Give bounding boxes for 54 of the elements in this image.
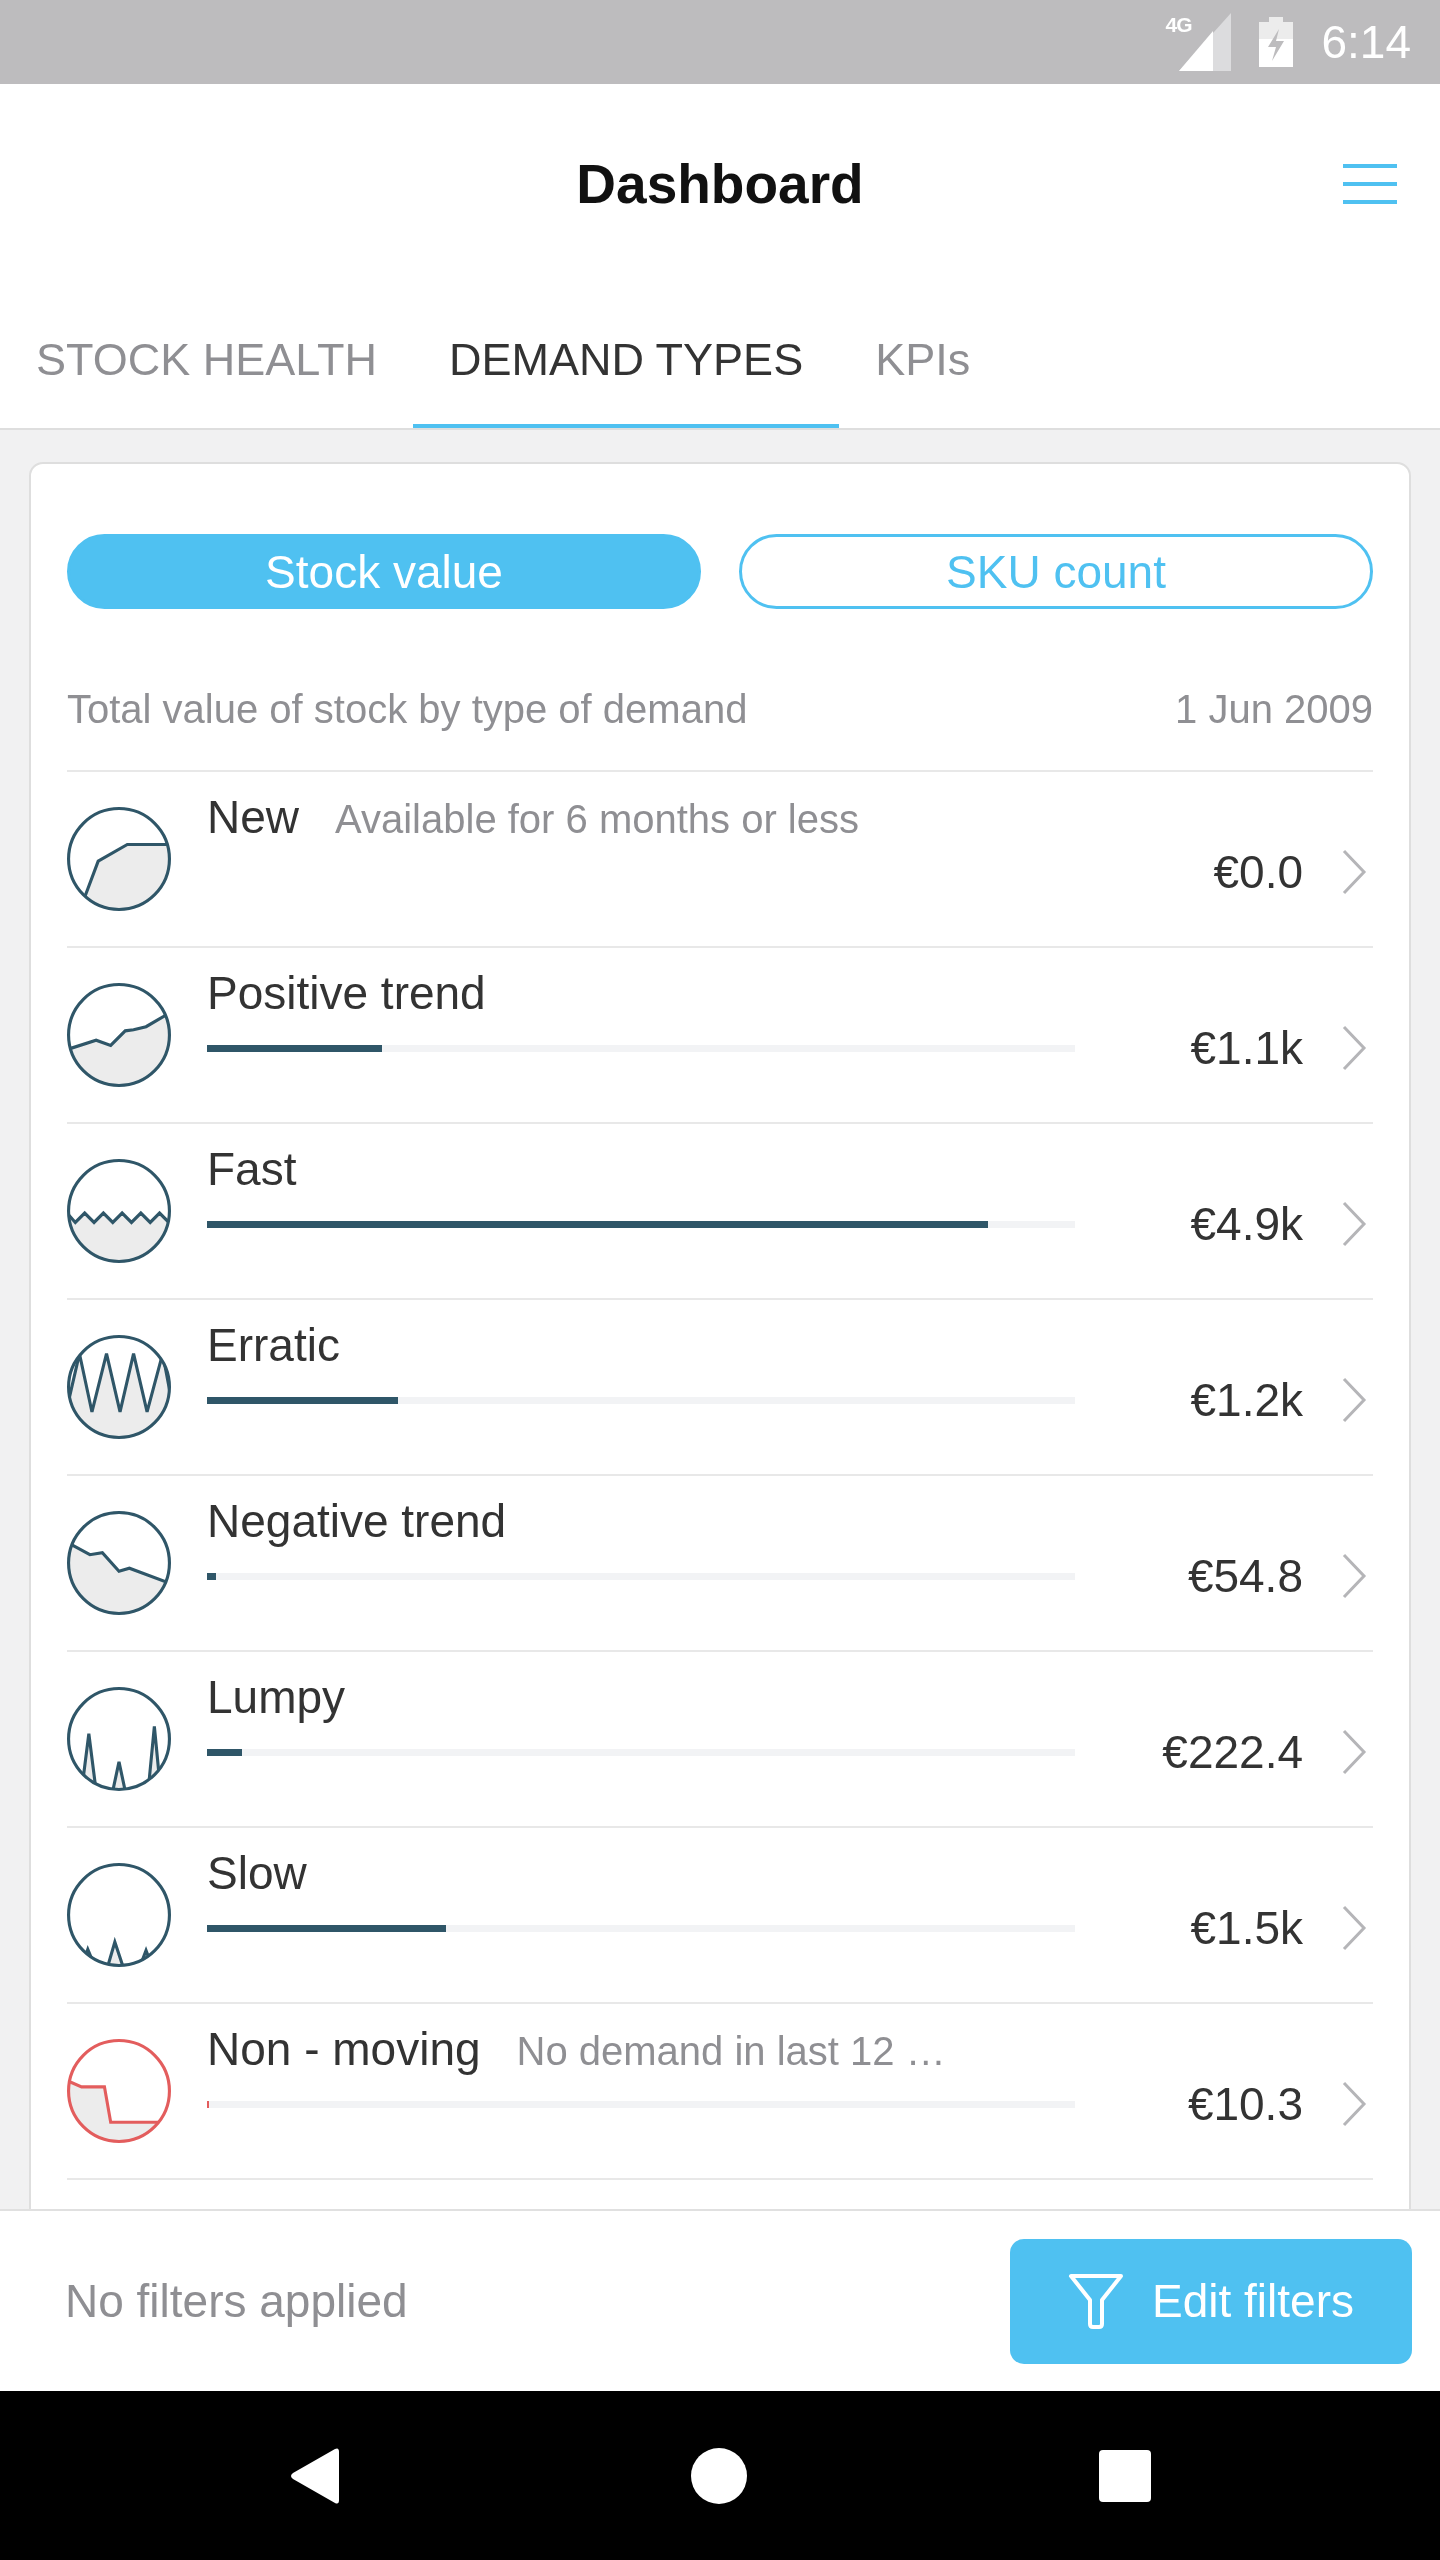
stock-value: €1.5k bbox=[1190, 1901, 1303, 1955]
stock-value: €4.9k bbox=[1190, 1197, 1303, 1251]
chevron-right-icon bbox=[1342, 1553, 1367, 1599]
stock-value: €222.4 bbox=[1162, 1725, 1303, 1779]
chevron-right-icon bbox=[1342, 2081, 1367, 2127]
summary-caption: Total value of stock by type of demand bbox=[67, 687, 748, 732]
back-icon[interactable] bbox=[289, 2446, 339, 2505]
demand-row[interactable]: Fast €4.9k bbox=[67, 1124, 1373, 1300]
date-label: 1 Jun 2009 bbox=[1175, 687, 1373, 732]
battery-icon bbox=[1259, 17, 1294, 67]
demand-type-name: Non - moving bbox=[207, 2022, 481, 2077]
filter-icon bbox=[1068, 2272, 1124, 2330]
zigzag-graph-icon bbox=[67, 1159, 171, 1263]
demand-row[interactable]: Negative trend €54.8 bbox=[67, 1476, 1373, 1652]
demand-row[interactable]: Erratic €1.2k bbox=[67, 1300, 1373, 1476]
page-title: Dashboard bbox=[576, 152, 864, 217]
stock-value: €1.1k bbox=[1190, 1021, 1303, 1075]
demand-type-description: No demand in last 12 … bbox=[516, 2028, 946, 2075]
demand-type-name: Slow bbox=[207, 1846, 307, 1901]
stock-value: €10.3 bbox=[1187, 2077, 1303, 2131]
stock-value: €1.2k bbox=[1190, 1373, 1303, 1427]
demand-row[interactable]: Non - moving No demand in last 12 … €10.3 bbox=[67, 2004, 1373, 2180]
network-label: 4G bbox=[1165, 13, 1192, 37]
demand-type-name: Erratic bbox=[207, 1318, 340, 1373]
chevron-right-icon bbox=[1342, 1729, 1367, 1775]
tab[interactable]: DEMAND TYPES bbox=[412, 304, 840, 428]
spike-graph-icon bbox=[67, 1863, 171, 1967]
demand-type-name: Lumpy bbox=[207, 1670, 346, 1725]
demand-type-name: Positive trend bbox=[207, 966, 486, 1021]
demand-type-name: Negative trend bbox=[207, 1494, 507, 1549]
stock-value: €0.0 bbox=[1213, 845, 1303, 899]
falling-graph-icon bbox=[67, 1511, 171, 1615]
demand-row[interactable]: Positive trend €1.1k bbox=[67, 948, 1373, 1124]
demand-row[interactable]: Lumpy €222.4 bbox=[67, 1652, 1373, 1828]
chevron-right-icon bbox=[1342, 1025, 1367, 1071]
chevron-right-icon bbox=[1342, 849, 1367, 895]
step-graph-icon bbox=[67, 2039, 171, 2143]
rising-graph-icon bbox=[67, 807, 171, 911]
filter-status: No filters applied bbox=[65, 2274, 408, 2328]
demand-type-description: Available for 6 months or less bbox=[335, 796, 859, 843]
demand-row[interactable]: Slow €1.5k bbox=[67, 1828, 1373, 2004]
demand-type-name: Fast bbox=[207, 1142, 297, 1197]
demand-row[interactable]: New Available for 6 months or less €0.0 bbox=[67, 772, 1373, 948]
chevron-right-icon bbox=[1342, 1201, 1367, 1247]
chevron-right-icon bbox=[1342, 1377, 1367, 1423]
zigzag-graph-icon bbox=[67, 1335, 171, 1439]
spike-graph-icon bbox=[67, 1687, 171, 1791]
home-icon[interactable] bbox=[691, 2447, 747, 2504]
stock-value: €54.8 bbox=[1187, 1549, 1303, 1603]
recents-icon[interactable] bbox=[1099, 2449, 1151, 2502]
chevron-right-icon bbox=[1342, 1905, 1367, 1951]
clock-time: 6:14 bbox=[1321, 15, 1411, 69]
rising-graph-icon bbox=[67, 983, 171, 1087]
demand-type-name: New bbox=[207, 790, 300, 845]
